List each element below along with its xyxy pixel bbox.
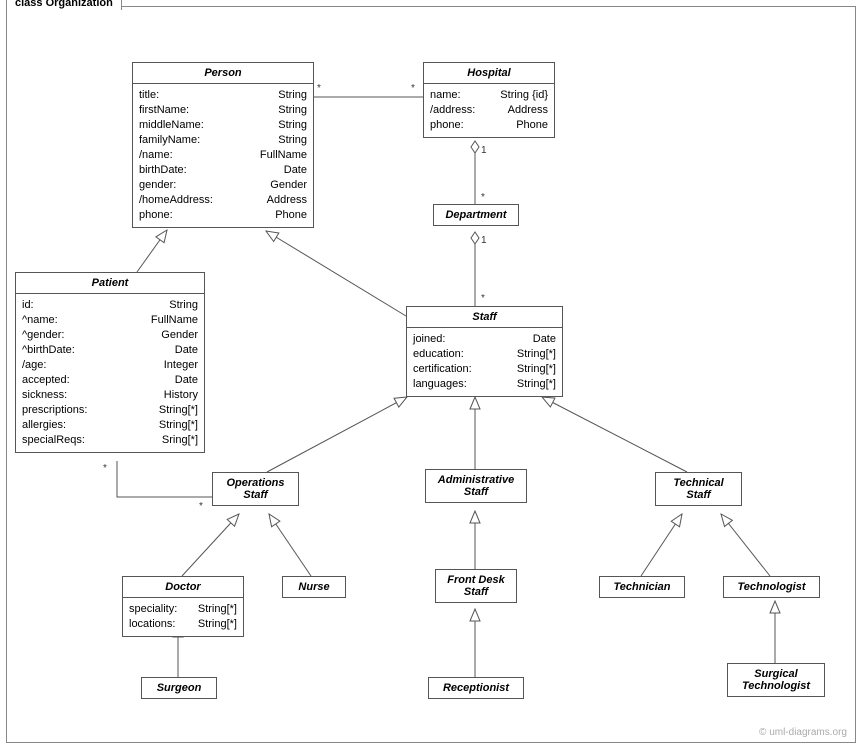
class-title: Doctor [123, 577, 243, 598]
class-administrative-staff: Administrative Staff [425, 469, 527, 503]
class-attrs: joined:Dateeducation:String[*]certificat… [407, 328, 562, 396]
class-technologist: Technologist [723, 576, 820, 598]
attr-row: firstName:String [139, 103, 307, 118]
attr-row: prescriptions:String[*] [22, 403, 198, 418]
attr-row: /address:Address [430, 103, 548, 118]
attr-row: ^gender:Gender [22, 328, 198, 343]
class-title: Surgical Technologist [728, 664, 824, 696]
attr-row: specialReqs:Sring[*] [22, 433, 198, 448]
multiplicity: * [317, 83, 321, 94]
class-front-desk-staff: Front Desk Staff [435, 569, 517, 603]
attr-row: ^name:FullName [22, 313, 198, 328]
class-department: Department [433, 204, 519, 226]
attr-row: middleName:String [139, 118, 307, 133]
attr-row: /homeAddress:Address [139, 193, 307, 208]
attr-row: phone:Phone [430, 118, 548, 133]
attr-row: certification:String[*] [413, 362, 556, 377]
class-technical-staff: Technical Staff [655, 472, 742, 506]
multiplicity: 1 [481, 235, 487, 246]
class-title: Nurse [283, 577, 345, 597]
class-title: Operations Staff [213, 473, 298, 505]
class-title: Technical Staff [656, 473, 741, 505]
class-technician: Technician [599, 576, 685, 598]
class-nurse: Nurse [282, 576, 346, 598]
class-attrs: name:String {id}/address:Addressphone:Ph… [424, 84, 554, 137]
class-title: Hospital [424, 63, 554, 84]
class-title: Staff [407, 307, 562, 328]
class-receptionist: Receptionist [428, 677, 524, 699]
attr-row: locations:String[*] [129, 617, 237, 632]
class-operations-staff: Operations Staff [212, 472, 299, 506]
attr-row: languages:String[*] [413, 377, 556, 392]
frame-title: class Organization [6, 0, 122, 10]
class-title: Front Desk Staff [436, 570, 516, 602]
class-hospital: Hospital name:String {id}/address:Addres… [423, 62, 555, 138]
class-title: Surgeon [142, 678, 216, 698]
attr-row: speciality:String[*] [129, 602, 237, 617]
class-title: Department [434, 205, 518, 225]
attr-row: familyName:String [139, 133, 307, 148]
class-title: Technician [600, 577, 684, 597]
class-surgeon: Surgeon [141, 677, 217, 699]
attr-row: name:String {id} [430, 88, 548, 103]
attr-row: joined:Date [413, 332, 556, 347]
class-staff: Staff joined:Dateeducation:String[*]cert… [406, 306, 563, 397]
attr-row: gender:Gender [139, 178, 307, 193]
attr-row: allergies:String[*] [22, 418, 198, 433]
attr-row: /name:FullName [139, 148, 307, 163]
class-attrs: speciality:String[*]locations:String[*] [123, 598, 243, 636]
class-person: Person title:StringfirstName:Stringmiddl… [132, 62, 314, 228]
multiplicity: * [411, 83, 415, 94]
class-doctor: Doctor speciality:String[*]locations:Str… [122, 576, 244, 637]
class-surgical-technologist: Surgical Technologist [727, 663, 825, 697]
attr-row: phone:Phone [139, 208, 307, 223]
class-title: Person [133, 63, 313, 84]
attr-row: /age:Integer [22, 358, 198, 373]
attr-row: id:String [22, 298, 198, 313]
watermark: © uml-diagrams.org [759, 727, 847, 738]
attr-row: education:String[*] [413, 347, 556, 362]
attr-row: sickness:History [22, 388, 198, 403]
multiplicity: * [103, 463, 107, 474]
attr-row: birthDate:Date [139, 163, 307, 178]
class-patient: Patient id:String^name:FullName^gender:G… [15, 272, 205, 453]
attr-row: accepted:Date [22, 373, 198, 388]
multiplicity: 1 [481, 145, 487, 156]
class-attrs: id:String^name:FullName^gender:Gender^bi… [16, 294, 204, 452]
class-title: Receptionist [429, 678, 523, 698]
multiplicity: * [199, 501, 203, 512]
attr-row: ^birthDate:Date [22, 343, 198, 358]
class-attrs: title:StringfirstName:StringmiddleName:S… [133, 84, 313, 227]
package-frame: class Organization [6, 6, 856, 743]
class-title: Technologist [724, 577, 819, 597]
class-title: Patient [16, 273, 204, 294]
attr-row: title:String [139, 88, 307, 103]
multiplicity: * [481, 293, 485, 304]
multiplicity: * [481, 192, 485, 203]
class-title: Administrative Staff [426, 470, 526, 502]
